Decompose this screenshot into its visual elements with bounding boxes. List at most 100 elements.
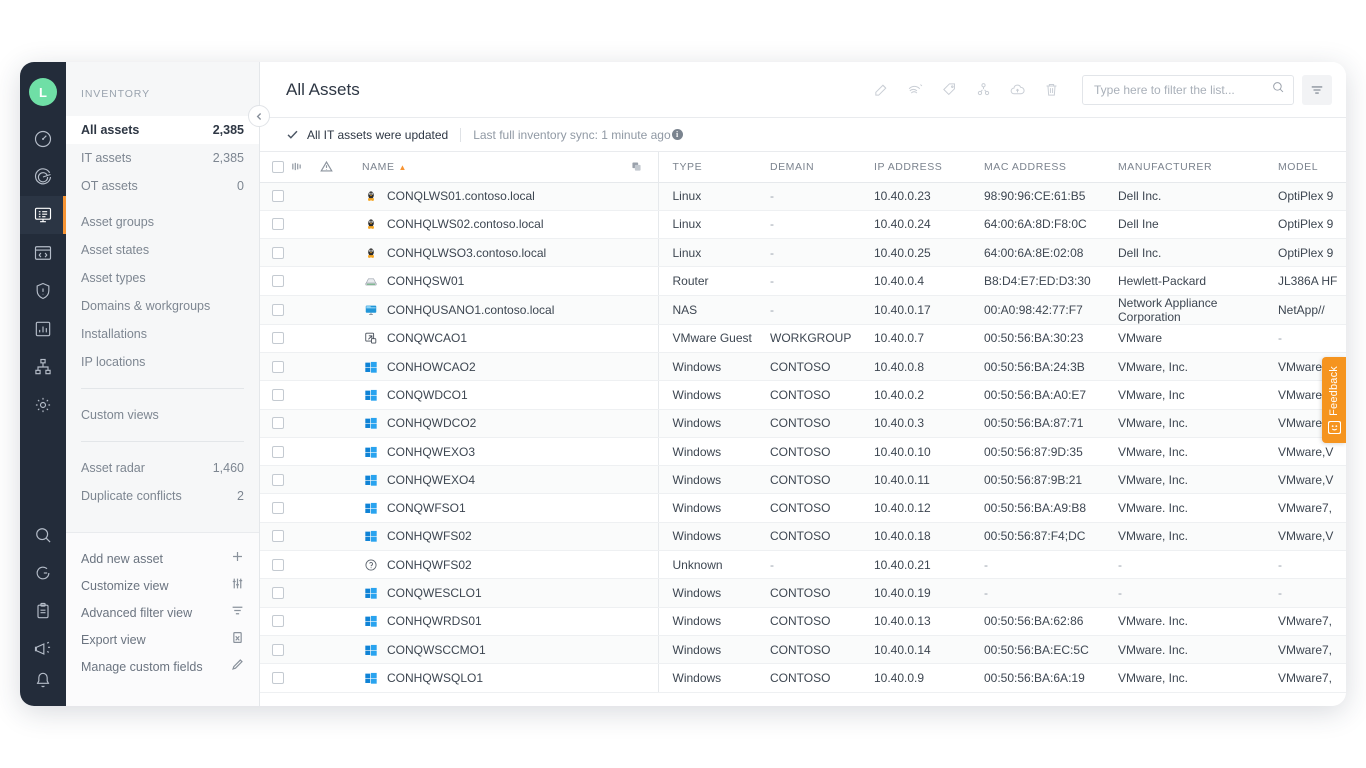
history-icon[interactable] [20,554,66,592]
row-checkbox[interactable] [272,218,284,230]
radar-scan-icon[interactable] [20,158,66,196]
filter-toggle-button[interactable] [1302,75,1332,105]
cloud-upload-icon[interactable] [1000,74,1034,106]
row-select-cell[interactable] [260,522,290,550]
table-row[interactable]: CONHQWSQLO1WindowsCONTOSO10.40.0.900:50:… [260,664,1346,692]
row-select-cell[interactable] [260,437,290,465]
scan-icon[interactable] [898,74,932,106]
bell-icon[interactable] [20,668,66,706]
asset-name-cell[interactable]: CONHQWFS02 [362,522,630,550]
sidebar-item-it-assets[interactable]: IT assets 2,385 [66,144,259,172]
table-row[interactable]: CONQWFSO1WindowsCONTOSO10.40.0.1200:50:5… [260,494,1346,522]
sidebar-item-custom-views[interactable]: Custom views [66,401,259,429]
row-checkbox[interactable] [272,417,284,429]
dashboard-gauge-icon[interactable] [20,120,66,158]
sidebar-collapse-button[interactable] [248,105,270,127]
table-row[interactable]: CONHQWFS02Unknown-10.40.0.21--- [260,551,1346,579]
sidebar-item-installations[interactable]: Installations [66,320,259,348]
asset-name-cell[interactable]: CONHQWEXO3 [362,437,630,465]
row-select-cell[interactable] [260,324,290,352]
asset-name-cell[interactable]: CONHQLWSO3.contoso.local [362,239,630,267]
row-checkbox[interactable] [272,644,284,656]
column-header-ip[interactable]: IP ADDRESS [874,152,984,182]
row-select-cell[interactable] [260,409,290,437]
filter-search-box[interactable] [1082,75,1294,105]
share-nodes-icon[interactable] [966,74,1000,106]
assets-table-container[interactable]: NAME▲ TYPE DEMAIN IP ADDRESS MAC ADDRESS… [260,152,1346,706]
column-header-manufacturer[interactable]: MANUFACTURER [1118,152,1278,182]
table-row[interactable]: CONHQLWSO3.contoso.localLinux-10.40.0.25… [260,239,1346,267]
megaphone-icon[interactable] [20,630,66,668]
column-header-name[interactable]: NAME▲ [362,152,630,182]
row-checkbox[interactable] [272,672,284,684]
row-select-cell[interactable] [260,551,290,579]
table-row[interactable]: CONQWSCCMO1WindowsCONTOSO10.40.0.1400:50… [260,635,1346,663]
row-checkbox[interactable] [272,446,284,458]
info-icon[interactable]: i [672,129,683,140]
row-select-cell[interactable] [260,466,290,494]
asset-name-cell[interactable]: CONHOWCAO2 [362,352,630,380]
row-select-cell[interactable] [260,579,290,607]
row-select-cell[interactable] [260,239,290,267]
column-header-alerts[interactable] [320,152,362,182]
row-select-cell[interactable] [260,352,290,380]
table-row[interactable]: CONHQWEXO3WindowsCONTOSO10.40.0.1000:50:… [260,437,1346,465]
row-checkbox[interactable] [272,615,284,627]
asset-name-cell[interactable]: CONHQWDCO2 [362,409,630,437]
select-all-checkbox[interactable] [272,161,284,173]
inventory-monitor-icon[interactable] [20,196,66,234]
avatar[interactable]: L [29,78,57,106]
row-checkbox[interactable] [272,332,284,344]
reports-chart-icon[interactable] [20,310,66,348]
column-header-domain[interactable]: DEMAIN [770,152,874,182]
table-row[interactable]: CONHOWCAO2WindowsCONTOSO10.40.0.800:50:5… [260,352,1346,380]
asset-name-cell[interactable]: CONQWESCLO1 [362,579,630,607]
sidebar-item-domains-workgroups[interactable]: Domains & workgroups [66,292,259,320]
network-topology-icon[interactable] [20,348,66,386]
shield-icon[interactable] [20,272,66,310]
row-checkbox[interactable] [272,389,284,401]
table-row[interactable]: CONQWCAO1VMware GuestWORKGROUP10.40.0.70… [260,324,1346,352]
table-row[interactable]: CONHQSW01Router-10.40.0.4B8:D4:E7:ED:D3:… [260,267,1346,295]
edit-icon[interactable] [864,74,898,106]
asset-name-cell[interactable]: CONQLWS01.contoso.local [362,182,630,210]
table-row[interactable]: CONHQWRDS01WindowsCONTOSO10.40.0.1300:50… [260,607,1346,635]
asset-name-cell[interactable]: CONHQUSANO1.contoso.local [362,295,630,324]
tag-icon[interactable] [932,74,966,106]
row-checkbox[interactable] [272,275,284,287]
row-select-cell[interactable] [260,210,290,238]
column-header-model[interactable]: MODEL [1278,152,1346,182]
sidebar-item-ot-assets[interactable]: OT assets 0 [66,172,259,200]
asset-name-cell[interactable]: CONHQSW01 [362,267,630,295]
feedback-tab[interactable]: Feedback [1322,357,1346,443]
column-header-mac[interactable]: MAC ADDRESS [984,152,1118,182]
code-window-icon[interactable] [20,234,66,272]
sidebar-item-asset-states[interactable]: Asset states [66,236,259,264]
row-checkbox[interactable] [272,502,284,514]
asset-name-cell[interactable]: CONQWCAO1 [362,324,630,352]
asset-name-cell[interactable]: CONHQLWS02.contoso.local [362,210,630,238]
manage-custom-fields-button[interactable]: Manage custom fields [66,653,259,680]
row-checkbox[interactable] [272,361,284,373]
row-checkbox[interactable] [272,559,284,571]
sidebar-item-duplicate-conflicts[interactable]: Duplicate conflicts 2 [66,482,259,510]
clipboard-icon[interactable] [20,592,66,630]
column-header-bars[interactable] [290,152,320,182]
table-row[interactable]: CONHQWEXO4WindowsCONTOSO10.40.0.1100:50:… [260,466,1346,494]
export-view-button[interactable]: Export view [66,626,259,653]
row-select-cell[interactable] [260,182,290,210]
add-new-asset-button[interactable]: Add new asset [66,545,259,572]
sidebar-item-ip-locations[interactable]: IP locations [66,348,259,376]
row-checkbox[interactable] [272,587,284,599]
trash-icon[interactable] [1034,74,1068,106]
advanced-filter-view-button[interactable]: Advanced filter view [66,599,259,626]
row-checkbox[interactable] [272,247,284,259]
table-row[interactable]: CONHQWFS02WindowsCONTOSO10.40.0.1800:50:… [260,522,1346,550]
asset-name-cell[interactable]: CONHQWEXO4 [362,466,630,494]
table-row[interactable]: CONHQWDCO2WindowsCONTOSO10.40.0.300:50:5… [260,409,1346,437]
asset-name-cell[interactable]: CONHQWSQLO1 [362,664,630,692]
table-row[interactable]: CONHQUSANO1.contoso.localNAS-10.40.0.170… [260,295,1346,324]
asset-name-cell[interactable]: CONQWSCCMO1 [362,635,630,663]
table-row[interactable]: CONQWDCO1WindowsCONTOSO10.40.0.200:50:56… [260,381,1346,409]
row-checkbox[interactable] [272,304,284,316]
